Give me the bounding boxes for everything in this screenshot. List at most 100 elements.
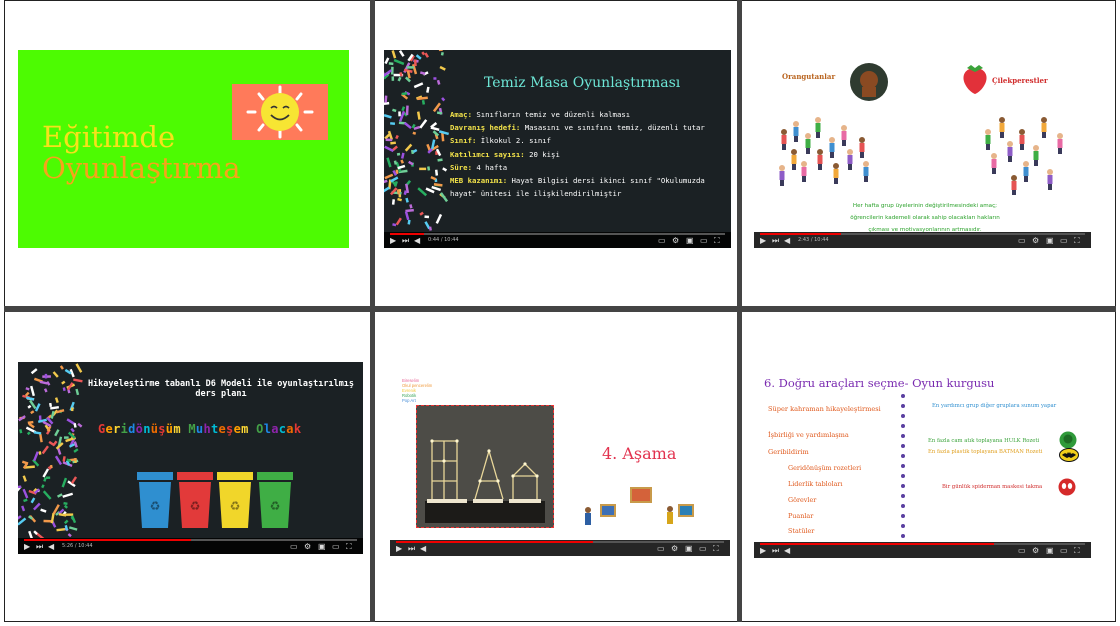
strawberry-icon bbox=[963, 65, 987, 94]
plan-details: Amaç: Sınıfların temiz ve düzenli kalmas… bbox=[450, 108, 720, 200]
settings-gear-icon[interactable]: ⚙ bbox=[671, 545, 678, 553]
settings-gear-icon[interactable]: ⚙ bbox=[1032, 547, 1039, 555]
theater-icon[interactable]: ▭ bbox=[700, 237, 708, 245]
next-icon[interactable]: ⏭ bbox=[772, 547, 779, 555]
fullscreen-icon[interactable]: ⛶ bbox=[1074, 547, 1081, 555]
video-controls: ▶ ⏭ ◀ 0:44 / 10:44 ▭ ⚙ ▣ ▭ ⛶ bbox=[384, 232, 731, 248]
miniplayer-icon[interactable]: ▣ bbox=[1046, 237, 1054, 245]
play-icon[interactable]: ▶ bbox=[760, 237, 767, 245]
right-item: En fazla cam atık toplayana HULK Rozeti bbox=[928, 438, 1040, 444]
theater-icon[interactable]: ▭ bbox=[1060, 547, 1068, 555]
subtitles-icon[interactable]: ▭ bbox=[658, 237, 666, 245]
detail-row: Davranış hedefi: Masasını ve sınıfını te… bbox=[450, 123, 705, 133]
progress-bar[interactable] bbox=[760, 543, 1085, 545]
right-item: En fazla plastik toplayana BATMAN Rozeti bbox=[928, 449, 1043, 455]
theater-icon[interactable]: ▭ bbox=[332, 543, 340, 551]
subtitles-icon[interactable]: ▭ bbox=[1018, 547, 1026, 555]
progress-bar[interactable] bbox=[390, 233, 725, 235]
time-display: 0:44 / 10:44 bbox=[428, 237, 459, 243]
batman-badge-icon bbox=[1059, 448, 1079, 462]
progress-bar[interactable] bbox=[760, 233, 1085, 235]
volume-icon[interactable]: ◀ bbox=[784, 547, 791, 555]
progress-bar[interactable] bbox=[396, 541, 724, 543]
headline: Geridönüşüm Muhteşem Olacak bbox=[98, 422, 302, 436]
artists-easels-illustration bbox=[585, 487, 694, 525]
spiderman-badge-icon bbox=[1058, 478, 1076, 496]
next-icon[interactable]: ⏭ bbox=[402, 237, 409, 245]
settings-gear-icon[interactable]: ⚙ bbox=[672, 237, 679, 245]
volume-icon[interactable]: ◀ bbox=[784, 237, 791, 245]
play-icon[interactable]: ▶ bbox=[24, 543, 31, 551]
video-controls: ▶ ⏭ ◀ 5:26 / 10:44 ▭ ⚙ ▣ ▭ ⛶ bbox=[18, 538, 363, 554]
recycle-bins-image: ♻ ♻ ♻ ♻ bbox=[137, 472, 293, 528]
miniplayer-icon[interactable]: ▣ bbox=[686, 237, 694, 245]
chalk-pile-image bbox=[18, 363, 83, 538]
svg-text:♻: ♻ bbox=[230, 499, 241, 513]
video-controls: ▶ ⏭ ◀ 2:43 / 10:44 ▭ ⚙ ▣ ▭ ⛶ bbox=[754, 232, 1091, 248]
left-item: Süper kahraman hikayeleştirmesi bbox=[768, 405, 881, 413]
structures-photo bbox=[416, 405, 554, 528]
detail-row: Amaç: Sınıfların temiz ve düzenli kalmas… bbox=[450, 110, 631, 119]
next-icon[interactable]: ⏭ bbox=[772, 237, 779, 245]
sub-item: Liderlik tabloları bbox=[788, 480, 843, 488]
subtitles-icon[interactable]: ▭ bbox=[657, 545, 665, 553]
svg-text:♻: ♻ bbox=[270, 499, 281, 513]
volume-icon[interactable]: ◀ bbox=[414, 237, 421, 245]
play-icon[interactable]: ▶ bbox=[760, 547, 767, 555]
time-display: 2:43 / 10:44 bbox=[798, 237, 829, 243]
video-controls: ▶ ⏭ ◀ ▭ ⚙ ▣ ▭ ⛶ bbox=[390, 540, 730, 556]
right-item: Bir günlük spiderman maskesi takma bbox=[942, 484, 1043, 490]
sub-item: Statüler bbox=[788, 527, 815, 535]
video-dogru-araclar[interactable]: 6. Doğru araçları seçme- Oyun kurgusu Sü… bbox=[754, 361, 1091, 558]
miniplayer-icon[interactable]: ▣ bbox=[685, 545, 693, 553]
next-icon[interactable]: ⏭ bbox=[36, 543, 43, 551]
slide-title: Temiz Masa Oyunlaştırması bbox=[484, 75, 681, 91]
play-icon[interactable]: ▶ bbox=[390, 237, 397, 245]
volume-icon[interactable]: ◀ bbox=[48, 543, 55, 551]
right-item: En yardımcı grup diğer gruplara sunum ya… bbox=[932, 403, 1057, 409]
settings-gear-icon[interactable]: ⚙ bbox=[304, 543, 311, 551]
chalk-pile-image bbox=[384, 50, 450, 231]
sub-item: Puanlar bbox=[788, 512, 814, 520]
subtitles-icon[interactable]: ▭ bbox=[1018, 237, 1026, 245]
group-name-left: Orangutanlar bbox=[782, 72, 836, 81]
miniplayer-icon[interactable]: ▣ bbox=[1046, 547, 1054, 555]
detail-row: Süre: 4 hafta bbox=[450, 162, 508, 172]
fullscreen-icon[interactable]: ⛶ bbox=[1074, 237, 1081, 245]
volume-icon[interactable]: ◀ bbox=[420, 545, 427, 553]
theater-icon[interactable]: ▭ bbox=[1060, 237, 1068, 245]
video-temiz-masa[interactable]: Temiz Masa Oyunlaştırması Amaç: Sınıflar… bbox=[384, 50, 731, 248]
progress-bar[interactable] bbox=[24, 539, 357, 541]
detail-row: Sınıf: İlkokul 2. sınıf bbox=[450, 136, 552, 146]
dotted-divider bbox=[901, 394, 905, 544]
detail-row: MEB kazanımı: Hayat Bilgisi dersi ikinci… bbox=[450, 176, 705, 186]
video-asama-4[interactable]: Bireselim Okul pencerelim Evrenik Roboti… bbox=[390, 364, 730, 556]
svg-text:♻: ♻ bbox=[190, 499, 201, 513]
slide-title: 6. Doğru araçları seçme- Oyun kurgusu bbox=[764, 376, 995, 390]
video-geridonusum[interactable]: Hikayeleştirme tabanlı D6 Modeli ile oyu… bbox=[18, 362, 363, 554]
settings-gear-icon[interactable]: ⚙ bbox=[1032, 237, 1039, 245]
stage-menu: Bireselim Okul pencerelim Evrenik Roboti… bbox=[402, 378, 432, 403]
fullscreen-icon[interactable]: ⛶ bbox=[713, 545, 720, 553]
theater-icon[interactable]: ▭ bbox=[699, 545, 707, 553]
video-groups[interactable]: Orangutanlar Çilekperestler Her hafta gr… bbox=[754, 50, 1091, 248]
hulk-badge-icon bbox=[1059, 431, 1077, 449]
detail-row: hayat" ünitesi ile ilişkilendirilmiştir bbox=[450, 189, 622, 199]
fullscreen-icon[interactable]: ⛶ bbox=[714, 237, 721, 245]
next-icon[interactable]: ⏭ bbox=[408, 545, 415, 553]
detail-row: Katılımcı sayısı: 20 kişi bbox=[450, 149, 560, 159]
sub-item: Geridönüşüm rozetleri bbox=[788, 464, 862, 472]
students-illustration bbox=[779, 117, 1063, 195]
sub-item: Görevler bbox=[788, 496, 817, 504]
caption: Her hafta grup üyelerinin değiştirilmesi… bbox=[850, 203, 1000, 233]
fullscreen-icon[interactable]: ⛶ bbox=[346, 543, 353, 551]
time-display: 5:26 / 10:44 bbox=[62, 543, 93, 549]
subtitles-icon[interactable]: ▭ bbox=[290, 543, 298, 551]
slide-eğitimde-oyunlaştırma: Eğitimde Oyunlaştırma bbox=[18, 50, 349, 248]
video-controls: ▶ ⏭ ◀ ▭ ⚙ ▣ ▭ ⛶ bbox=[754, 542, 1091, 558]
menu-item[interactable]: Pop Art bbox=[402, 398, 432, 403]
miniplayer-icon[interactable]: ▣ bbox=[318, 543, 326, 551]
group-name-right: Çilekperestler bbox=[992, 76, 1048, 85]
play-icon[interactable]: ▶ bbox=[396, 545, 403, 553]
row-divider bbox=[4, 306, 1116, 312]
